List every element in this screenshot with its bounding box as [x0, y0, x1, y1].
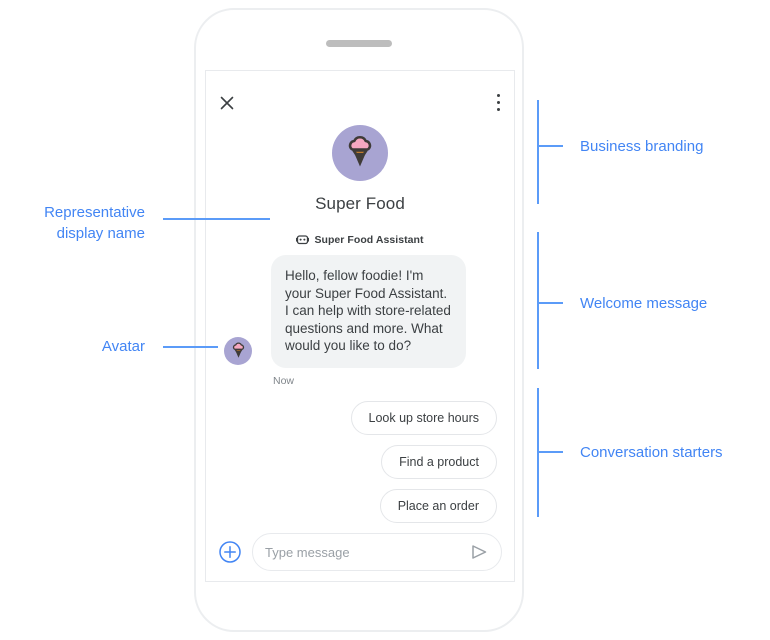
conversation-starter-chip[interactable]: Find a product: [381, 444, 497, 479]
phone-device-frame: Super Food Super Food Assistant Hello, f…: [194, 8, 524, 632]
welcome-message-bubble: Hello, fellow foodie! I'm your Super Foo…: [271, 255, 466, 368]
annotation-label-avatar: Avatar: [101, 338, 145, 355]
conversation-starters: Look up store hours Find a product Place…: [206, 400, 514, 523]
send-icon[interactable]: [469, 542, 489, 562]
annotation-label-representative-display-name: Representative display name: [44, 204, 145, 242]
speaker-bar-icon: [326, 40, 392, 47]
representative-display-name: Super Food Assistant: [314, 233, 424, 246]
welcome-message-row: Hello, fellow foodie! I'm your Super Foo…: [206, 255, 514, 387]
annotation-label-welcome-message: Welcome message: [580, 295, 708, 312]
annotation-connector-display-name: [163, 218, 270, 220]
conversation-starter-chip[interactable]: Look up store hours: [350, 400, 497, 435]
business-name: Super Food: [315, 194, 405, 213]
message-composer: Type message: [206, 533, 514, 571]
annotation-bracket-welcome-message: [537, 232, 539, 369]
annotation-connector-avatar: [163, 346, 218, 348]
more-vert-icon[interactable]: [497, 94, 501, 112]
chat-topbar: [206, 71, 514, 113]
avatar: [224, 336, 252, 365]
close-icon[interactable]: [217, 93, 237, 113]
chat-panel: Super Food Super Food Assistant Hello, f…: [205, 70, 515, 582]
plus-circle-icon[interactable]: [218, 540, 242, 564]
message-input[interactable]: Type message: [252, 533, 502, 571]
annotation-tick-business-branding: [539, 145, 563, 147]
annotated-screenshot: Super Food Super Food Assistant Hello, f…: [0, 0, 770, 640]
annotation-tick-welcome-message: [539, 302, 563, 304]
representative-display-name-row: Super Food Assistant: [206, 233, 514, 246]
message-input-placeholder: Type message: [265, 544, 350, 560]
bot-badge-icon: [296, 233, 310, 246]
business-branding: Super Food: [206, 125, 514, 214]
message-timestamp: Now: [273, 374, 295, 387]
annotation-tick-conversation-starters: [539, 451, 563, 453]
annotation-label-conversation-starters: Conversation starters: [580, 444, 723, 461]
annotation-label-business-branding: Business branding: [580, 138, 704, 155]
conversation-starter-chip[interactable]: Place an order: [379, 488, 497, 523]
ice-cream-logo-icon: [332, 125, 388, 181]
annotation-bracket-business-branding: [537, 100, 539, 204]
